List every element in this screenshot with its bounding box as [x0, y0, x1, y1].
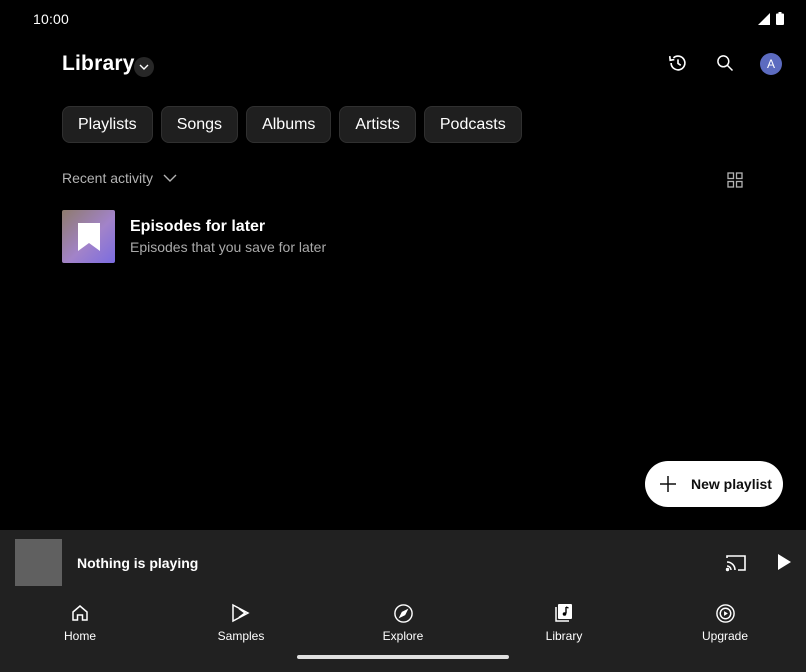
- item-title: Episodes for later: [130, 218, 266, 235]
- compass-icon: [393, 603, 413, 623]
- nav-label: Upgrade: [701, 629, 749, 643]
- chevron-down-icon: [139, 64, 149, 70]
- sort-dropdown[interactable]: Recent activity: [62, 170, 177, 186]
- plus-icon: [660, 476, 676, 492]
- history-button[interactable]: [662, 47, 694, 79]
- nav-label: Samples: [217, 629, 265, 643]
- chip-playlists[interactable]: Playlists: [62, 106, 153, 143]
- library-header: Library A: [0, 48, 806, 84]
- cast-icon: [725, 555, 746, 572]
- chip-albums[interactable]: Albums: [246, 106, 332, 143]
- new-playlist-button[interactable]: New playlist: [645, 461, 783, 507]
- home-indicator[interactable]: [297, 655, 509, 659]
- nav-library[interactable]: Library: [514, 602, 614, 643]
- history-icon: [668, 55, 686, 71]
- play-icon: [778, 554, 791, 570]
- nav-upgrade[interactable]: Upgrade: [675, 602, 775, 643]
- library-icon: [555, 604, 572, 622]
- status-time: 10:00: [33, 11, 70, 27]
- chevron-down-icon: [163, 174, 177, 182]
- item-subtitle: Episodes that you save for later: [130, 239, 327, 255]
- grid-view-button[interactable]: [725, 170, 745, 190]
- chip-songs[interactable]: Songs: [160, 106, 239, 143]
- mini-player[interactable]: Nothing is playing: [0, 530, 806, 594]
- nav-label: Home: [63, 629, 96, 643]
- item-thumbnail: [62, 210, 115, 263]
- status-icons: [758, 12, 784, 25]
- samples-icon: [232, 603, 250, 623]
- upgrade-icon: [715, 603, 735, 623]
- list-item[interactable]: Episodes for later Episodes that you sav…: [62, 210, 326, 263]
- signal-icon: [758, 12, 770, 25]
- search-button[interactable]: [709, 47, 741, 79]
- mini-player-thumbnail: [15, 539, 62, 586]
- nav-label: Explore: [382, 629, 424, 643]
- nav-samples[interactable]: Samples: [191, 602, 291, 643]
- chip-podcasts[interactable]: Podcasts: [423, 106, 522, 143]
- new-playlist-label: New playlist: [691, 476, 772, 492]
- bookmark-icon: [77, 222, 100, 251]
- title-dropdown-button[interactable]: [134, 57, 154, 77]
- avatar[interactable]: A: [760, 53, 782, 75]
- chip-artists[interactable]: Artists: [339, 106, 416, 143]
- nav-home[interactable]: Home: [30, 602, 130, 643]
- sort-label: Recent activity: [62, 170, 154, 186]
- page-title: Library: [62, 52, 135, 75]
- nav-label: Library: [545, 629, 583, 643]
- search-icon: [717, 55, 734, 72]
- mini-player-title: Nothing is playing: [77, 555, 199, 571]
- filter-chips: Playlists Songs Albums Artists Podcasts: [62, 106, 522, 143]
- nav-explore[interactable]: Explore: [353, 602, 453, 643]
- grid-icon: [727, 172, 743, 188]
- home-icon: [72, 605, 88, 621]
- play-button[interactable]: [773, 550, 795, 574]
- status-bar: 10:00: [0, 0, 806, 40]
- battery-icon: [776, 12, 784, 25]
- bottom-nav: Home Samples Explore Library Upgrade: [0, 594, 806, 672]
- cast-button[interactable]: [724, 551, 748, 575]
